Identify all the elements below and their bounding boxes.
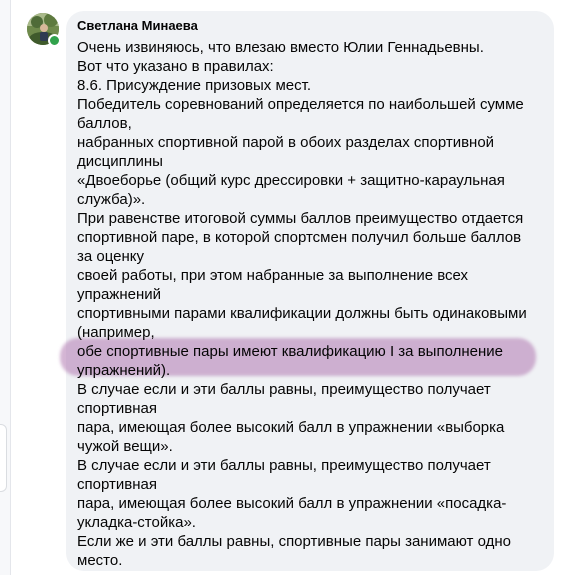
- comment-text-line: Очень извиняюсь, что влезаю вместо Юлии …: [77, 39, 484, 56]
- comment-text-line: «Двоеборье (общий курс дрессировки + защ…: [77, 172, 505, 189]
- left-panel-tab[interactable]: [0, 424, 7, 492]
- comment-text-line: пара, имеющая более высокий балл в упраж…: [77, 419, 505, 436]
- comment-text-line: В случае если и эти баллы равны, преимущ…: [77, 381, 491, 398]
- comment-text-line: Если же и эти баллы равны, спортивные па…: [77, 533, 511, 550]
- comment-text-line: При равенстве итоговой суммы баллов преи…: [77, 210, 524, 227]
- comment-author[interactable]: Светлана Минаева: [77, 18, 198, 34]
- comment-text-line: дисциплины: [77, 153, 163, 170]
- comment-text-line: В случае если и эти баллы равны, преимущ…: [77, 457, 491, 474]
- comment-text-line: пара, имеющая более высокий балл в упраж…: [77, 495, 507, 512]
- avatar[interactable]: [27, 13, 61, 47]
- comment-text-line: укладка-стойка».: [77, 514, 196, 531]
- comment-text-line: спортивная: [77, 476, 157, 493]
- comment-text-line: спортивная: [77, 400, 157, 417]
- comment-text-line: Победитель соревнований определяется по …: [77, 96, 524, 113]
- comment-text-line: спортивными парами квалификации должны б…: [77, 305, 527, 322]
- comment-screen: Светлана Минаева Очень извиняюсь, что вл…: [0, 0, 566, 575]
- comment-text-line-highlighted: упражнений).: [77, 362, 171, 379]
- comment-text-line: за оценку: [77, 248, 145, 265]
- comment-text-line-highlighted: обе спортивные пары имеют квалификацию I…: [77, 343, 503, 360]
- comment-text-line: баллов,: [77, 115, 132, 132]
- comment-text-line: Вот что указано в правилах:: [77, 58, 274, 75]
- comment-text-line: упражнений: [77, 286, 162, 303]
- comment-text-line: служба)».: [77, 191, 146, 208]
- comment-text-line: место.: [77, 552, 123, 569]
- online-status-icon: [48, 34, 61, 47]
- comment-text-line: своей работы, при этом набранные за выпо…: [77, 267, 469, 284]
- comment-text-line: набранных спортивной парой в обоих разде…: [77, 134, 495, 151]
- comment-text-line: чужой вещи».: [77, 438, 173, 455]
- comment-text-line: 8.6. Присуждение призовых мест.: [77, 77, 312, 94]
- comment-text-line: (например,: [77, 324, 155, 341]
- comment-text-line: спортивной паре, в которой спортсмен пол…: [77, 229, 522, 246]
